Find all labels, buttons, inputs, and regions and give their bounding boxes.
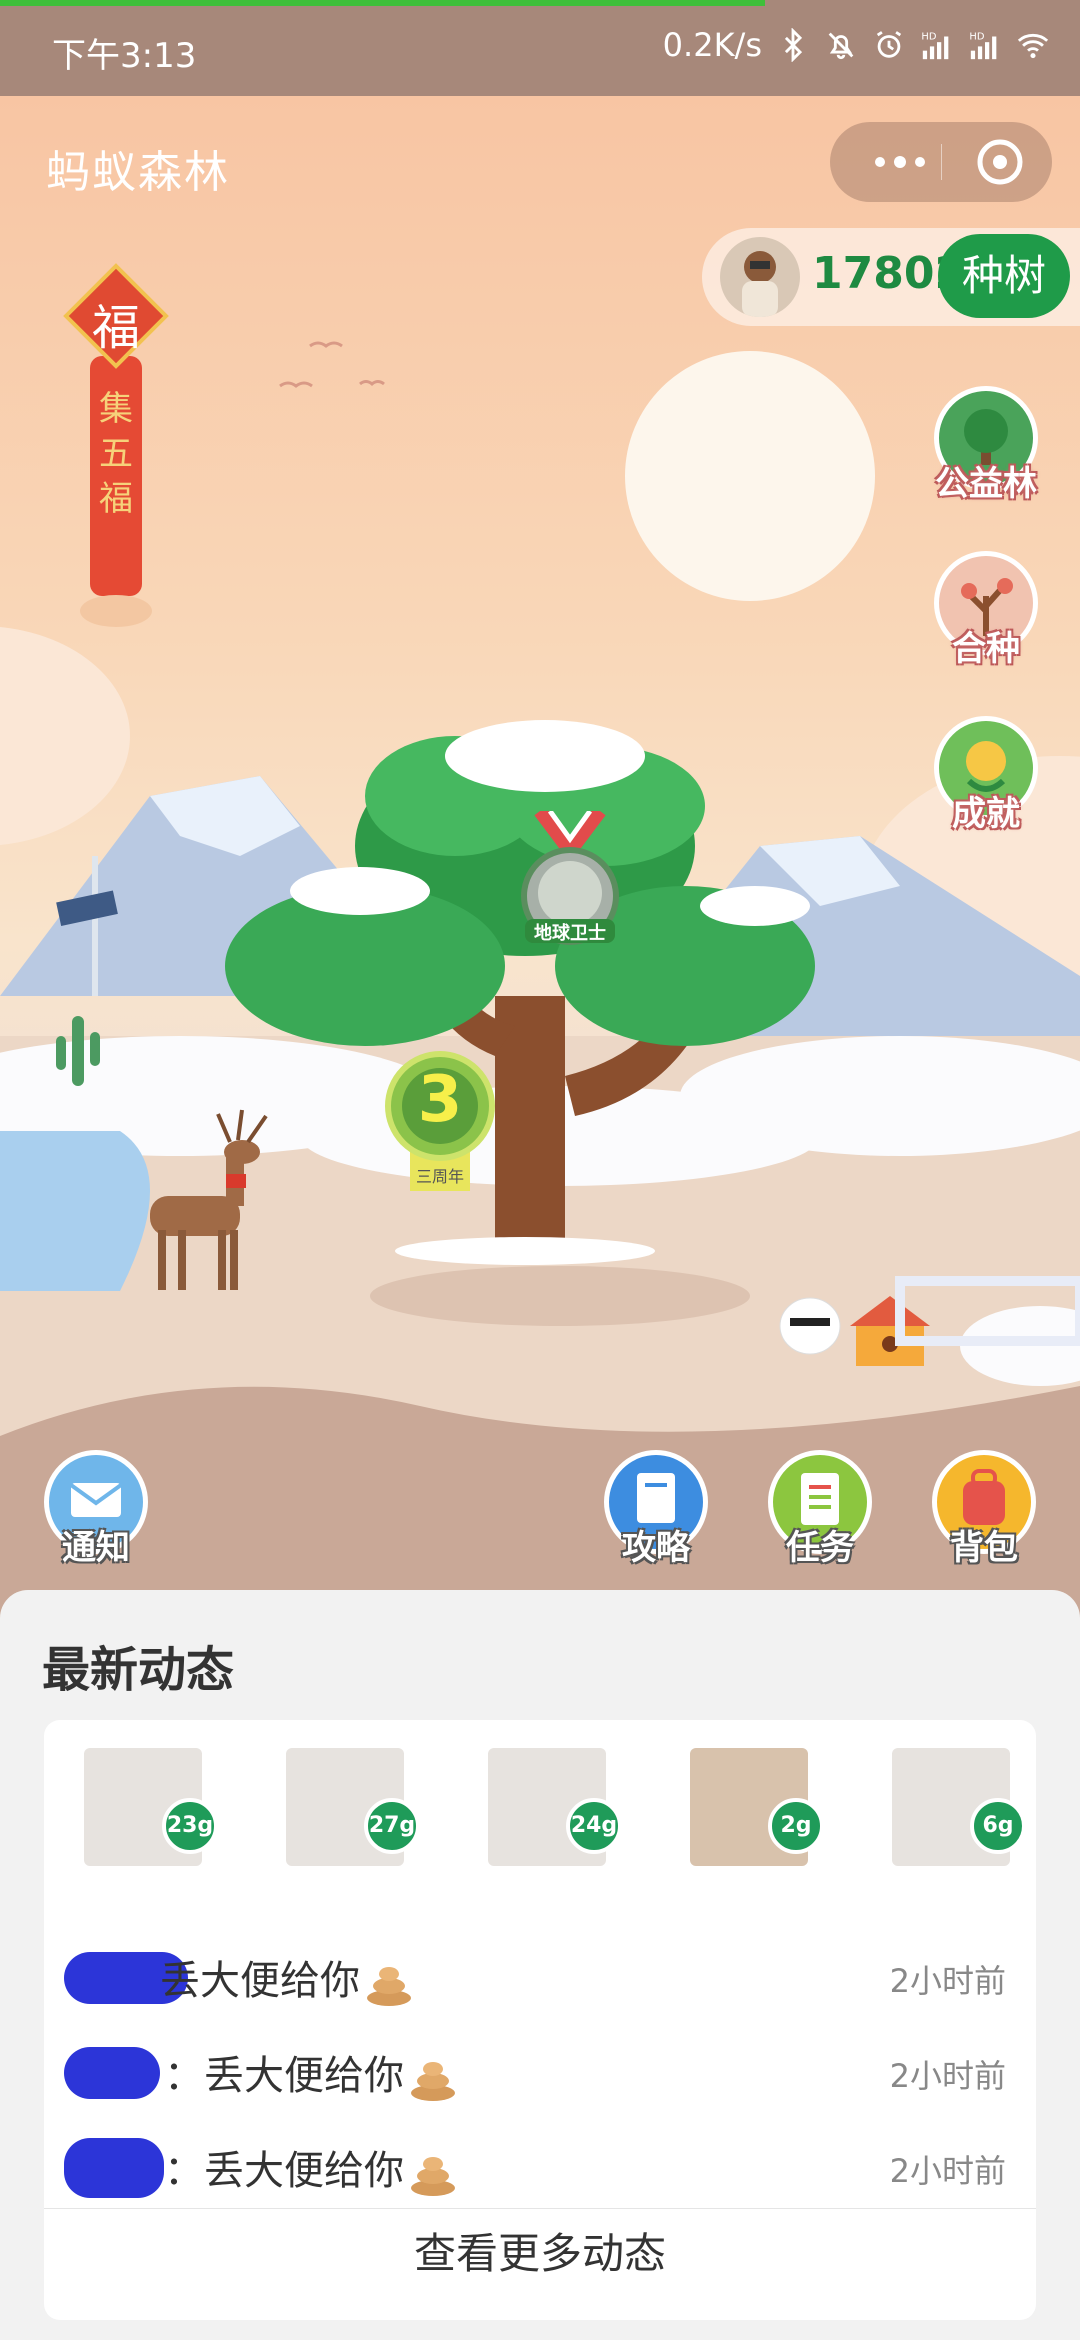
friend-energy-item[interactable]: 27g [276, 1740, 420, 1870]
bluetooth-icon [784, 28, 803, 62]
feed-item[interactable]: 丢大便给你 2小时前 [64, 1930, 1024, 2020]
feed-message: 丢大便给你 [160, 1948, 414, 2006]
view-more-activity-link[interactable]: 查看更多动态 [44, 2220, 1036, 2281]
hd-signal-icon: HD [969, 31, 997, 60]
feed-message-text: 丢大便给你 [204, 2053, 404, 2099]
friend-energy-list: 23g 27g 24g 2g 6g [74, 1740, 1026, 1870]
friend-energy-item[interactable]: 24g [478, 1740, 622, 1870]
cactus [72, 1016, 84, 1086]
fu-label-2: 五 [99, 434, 133, 474]
achievements-label: 成就 [952, 794, 1020, 834]
notice-button[interactable]: 通知 [40, 1450, 152, 1580]
divider [44, 2208, 1036, 2209]
fu-label-1: 集 [99, 389, 133, 429]
capsule-divider [941, 144, 942, 180]
net-speed: 0.2K/s [662, 26, 762, 64]
status-icons: 0.2K/s HD HD [663, 26, 1050, 64]
feed-message-text: 丢大便给你 [204, 2148, 404, 2194]
energy-badge: 23g [162, 1798, 218, 1854]
fu-char: 福 [91, 300, 140, 356]
cloud-left [0, 627, 130, 845]
feed-message: ：丢大便给你 [164, 2138, 458, 2196]
app-title: 蚂蚁森林 [46, 147, 230, 198]
friend-energy-item[interactable]: 6g [882, 1740, 1026, 1870]
fu-label-3: 福 [99, 479, 133, 519]
wifi-icon [1017, 33, 1049, 59]
medal-label: 地球卫士 [534, 923, 606, 944]
public-forest-button[interactable]: 公益林 [930, 386, 1042, 516]
feed-message-text: 丢大便给你 [160, 1958, 360, 2004]
co-plant-button[interactable]: 合种 [930, 551, 1042, 681]
guide-label: 攻略 [622, 1528, 690, 1568]
feed-item[interactable]: ：丢大便给你 2小时前 [64, 2120, 1024, 2210]
forest-scene: 地球卫士 3 三周年 蚂蚁森林 17802g 种树 福 集 五 福 公益林 合种… [0, 96, 1080, 1636]
collect-fu-banner[interactable]: 福 集 五 福 [60, 256, 172, 636]
notice-label: 通知 [62, 1528, 130, 1568]
svg-text:HD: HD [921, 31, 936, 42]
page-load-progress [0, 0, 765, 6]
energy-badge: 2g [768, 1798, 824, 1854]
earth-guardian-medal[interactable]: 地球卫士 [505, 806, 635, 961]
activity-title: 最新动态 [42, 1642, 235, 1698]
activity-panel: 最新动态 23g 27g 24g 2g 6g 丢大便给你 2小时前 ：丢大便给你… [0, 1590, 1080, 2340]
achievements-button[interactable]: 成就 [930, 716, 1042, 846]
redacted-username [64, 2047, 160, 2099]
hd-signal-icon: HD [921, 31, 949, 60]
feed-message: ：丢大便给你 [164, 2043, 458, 2101]
feed-separator: ： [164, 2148, 204, 2194]
main-tree[interactable] [225, 716, 825, 1276]
close-target-icon[interactable] [974, 136, 1026, 188]
energy-badge: 24g [566, 1798, 622, 1854]
co-plant-label: 合种 [952, 629, 1020, 669]
redacted-username [64, 2138, 164, 2198]
poop-icon [367, 1967, 411, 2006]
more-dots-icon[interactable] [870, 144, 930, 180]
anniversary-number: 3 [417, 1063, 463, 1137]
anniversary-badge[interactable]: 3 三周年 [385, 1051, 495, 1201]
guide-button[interactable]: 攻略 [600, 1450, 712, 1580]
feed-item[interactable]: ：丢大便给你 2小时前 [64, 2025, 1024, 2115]
bag-button[interactable]: 背包 [928, 1450, 1040, 1580]
friend-energy-item[interactable]: 2g [680, 1740, 824, 1870]
miniprogram-capsule [830, 122, 1052, 202]
tasks-label: 任务 [786, 1528, 854, 1568]
status-bar: 下午3:13 0.2K/s HD HD [0, 0, 1080, 96]
feed-separator: ： [164, 2053, 204, 2099]
status-time: 下午3:13 [52, 36, 197, 76]
feed-time: 2小时前 [889, 2152, 1006, 2190]
birds [279, 341, 385, 388]
anniversary-label: 三周年 [415, 1167, 464, 1186]
avatar[interactable] [720, 237, 800, 317]
lake [0, 1131, 150, 1291]
energy-badge: 27g [364, 1798, 420, 1854]
public-forest-label: 公益林 [935, 464, 1037, 504]
bag-label: 背包 [950, 1528, 1018, 1568]
feed-time: 2小时前 [889, 1962, 1006, 2000]
feed-time: 2小时前 [889, 2057, 1006, 2095]
alarm-icon [876, 31, 902, 58]
svg-text:HD: HD [969, 31, 984, 42]
plant-tree-button[interactable]: 种树 [938, 234, 1070, 318]
mute-bell-icon [828, 32, 854, 60]
poop-icon [411, 2157, 455, 2196]
energy-badge: 6g [970, 1798, 1026, 1854]
poop-icon [411, 2062, 455, 2101]
sun [625, 351, 875, 601]
activity-card: 23g 27g 24g 2g 6g 丢大便给你 2小时前 ：丢大便给你 2小时前… [44, 1720, 1036, 2320]
lamp-pole [92, 856, 98, 996]
friend-energy-item[interactable]: 23g [74, 1740, 218, 1870]
tasks-button[interactable]: 任务 [764, 1450, 876, 1580]
